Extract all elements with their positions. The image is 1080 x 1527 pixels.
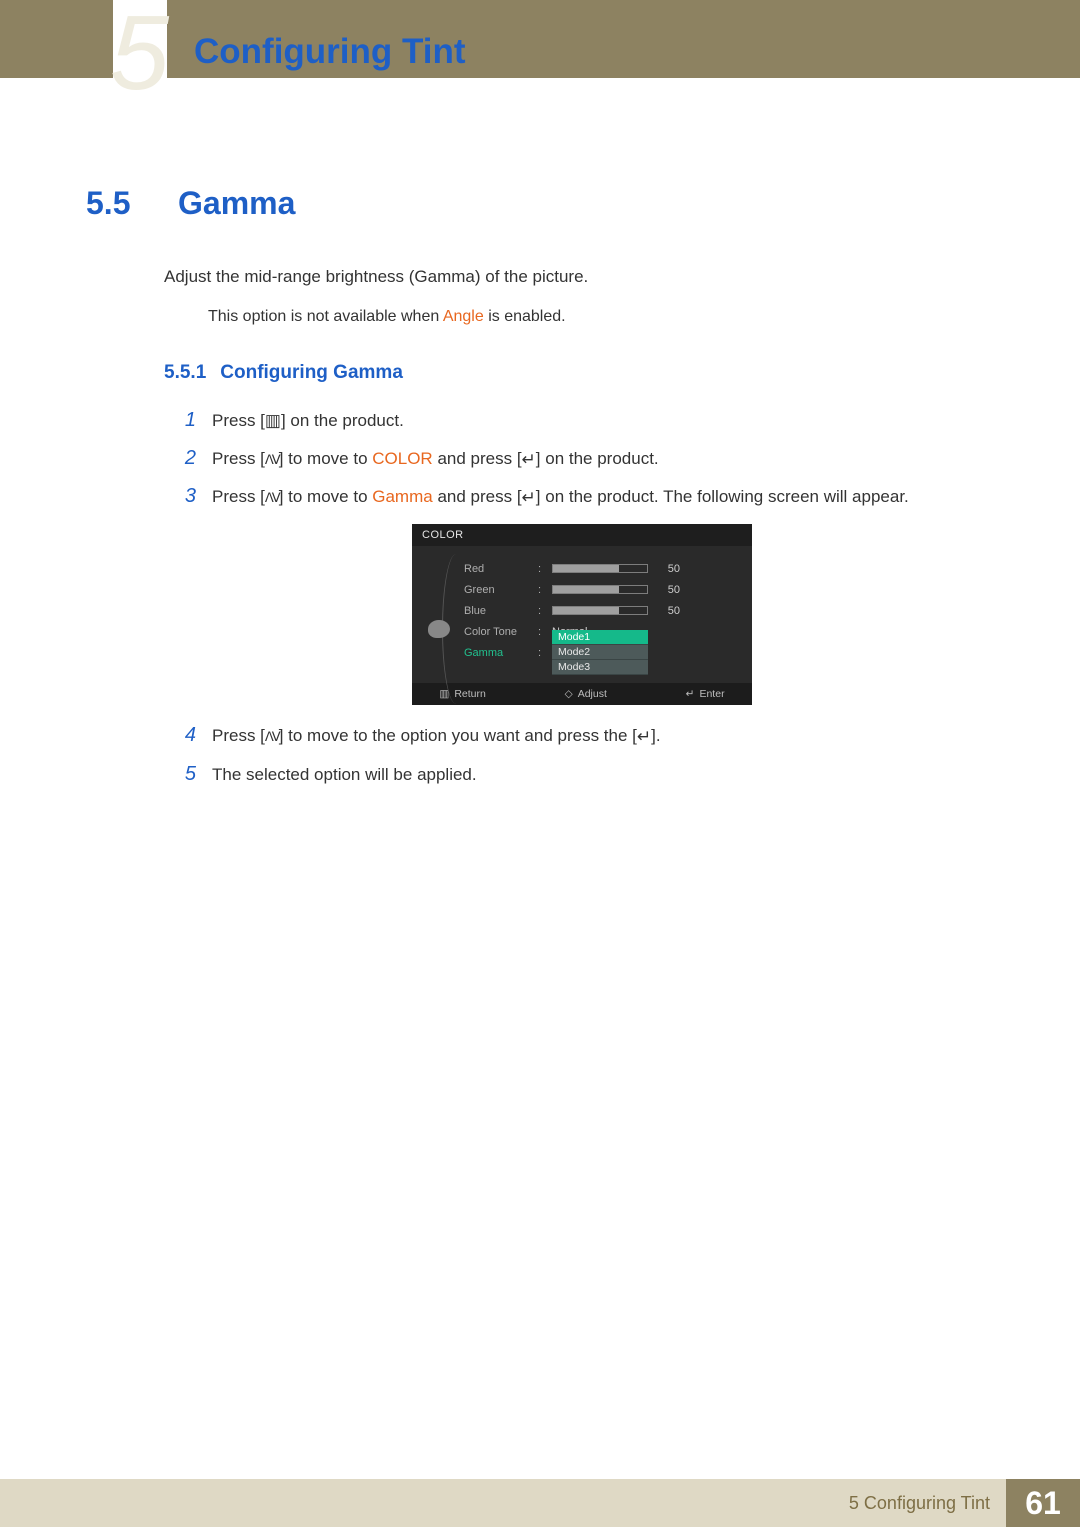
palette-icon [428, 620, 450, 638]
enter-icon: ↵ [522, 447, 536, 473]
steps-list: 1 Press [▥] on the product. 2 Press [ᐱᐯ]… [178, 408, 986, 788]
chapter-number-bg: 5 [110, 0, 169, 106]
osd-label: Blue [464, 605, 530, 617]
osd-screenshot: COLOR Red : 50 Green [178, 524, 986, 705]
osd-left-column [420, 558, 458, 663]
osd-label: Color Tone [464, 626, 530, 638]
subsection-heading: 5.5.1 Configuring Gamma [164, 362, 986, 384]
osd-slider-fill [553, 607, 619, 614]
step-text: The selected option will be applied. [212, 762, 986, 788]
page-footer: 5 Configuring Tint 61 [0, 1479, 1080, 1527]
osd-title: COLOR [412, 524, 752, 546]
osd-value: 50 [656, 563, 680, 575]
osd-dropdown-item: Mode2 [552, 645, 648, 660]
step-number: 5 [178, 763, 196, 786]
step-text: Press [▥] on the product. [212, 408, 986, 434]
osd-label: Red [464, 563, 530, 575]
step-highlight: COLOR [372, 449, 432, 468]
osd-row-green: Green : 50 [464, 579, 742, 600]
note-suffix: is enabled. [488, 308, 565, 325]
section-title: Gamma [178, 185, 295, 222]
osd-slider-fill [553, 586, 619, 593]
osd-value: 50 [656, 605, 680, 617]
footer-chapter-label: 5 Configuring Tint [0, 1479, 1006, 1527]
section-number: 5.5 [86, 185, 158, 222]
step-number: 2 [178, 447, 196, 470]
enter-icon: ↵ [522, 485, 536, 511]
osd-label: Green [464, 584, 530, 596]
step-1: 1 Press [▥] on the product. [178, 408, 986, 434]
osd-row-red: Red : 50 [464, 558, 742, 579]
osd-panel: COLOR Red : 50 Green [412, 524, 752, 705]
step-5: 5 The selected option will be applied. [178, 762, 986, 788]
menu-icon: ▥ [265, 408, 281, 434]
osd-slider [552, 585, 648, 594]
footer-page-number: 61 [1006, 1479, 1080, 1527]
step-number: 1 [178, 409, 196, 432]
step-text: Press [ᐱᐯ] to move to COLOR and press [↵… [212, 446, 986, 472]
adjust-icon: ◇ [565, 688, 573, 700]
osd-slider [552, 564, 648, 573]
subsection-number: 5.5.1 [164, 362, 206, 384]
step-text: Press [ᐱᐯ] to move to the option you wan… [212, 723, 986, 749]
note-row: This option is not available when Angle … [208, 308, 986, 326]
osd-label-active: Gamma [464, 647, 530, 659]
step-2: 2 Press [ᐱᐯ] to move to COLOR and press … [178, 446, 986, 472]
osd-dropdown-item: Mode3 [552, 660, 648, 675]
osd-dropdown-item-selected: Mode1 [552, 630, 648, 645]
osd-row-blue: Blue : 50 [464, 600, 742, 621]
osd-footer-return: ▥Return [439, 688, 485, 700]
step-number: 3 [178, 485, 196, 508]
step-3: 3 Press [ᐱᐯ] to move to Gamma and press … [178, 484, 986, 510]
step-text: Press [ᐱᐯ] to move to Gamma and press [↵… [212, 484, 986, 510]
page-content: 5.5 Gamma Adjust the mid-range brightnes… [86, 185, 986, 799]
osd-body: Red : 50 Green : 50 Blue [412, 546, 752, 683]
osd-row-gamma: Gamma : Mode1 Mode2 Mode3 [464, 642, 742, 663]
osd-rows: Red : 50 Green : 50 Blue [464, 558, 742, 663]
section-heading: 5.5 Gamma [86, 185, 986, 222]
enter-icon: ↵ [637, 724, 651, 750]
step-4: 4 Press [ᐱᐯ] to move to the option you w… [178, 723, 986, 749]
updown-icon: ᐱᐯ [265, 488, 279, 508]
step-number: 4 [178, 724, 196, 747]
note-prefix: This option is not available when [208, 308, 443, 325]
chapter-title: Configuring Tint [194, 32, 466, 72]
enter-icon: ↵ [686, 688, 695, 700]
osd-slider [552, 606, 648, 615]
osd-value: 50 [656, 584, 680, 596]
osd-slider-fill [553, 565, 619, 572]
osd-footer-adjust: ◇Adjust [565, 688, 607, 700]
updown-icon: ᐱᐯ [265, 727, 279, 747]
note-highlight: Angle [443, 308, 484, 325]
subsection-title: Configuring Gamma [220, 362, 403, 384]
updown-icon: ᐱᐯ [265, 450, 279, 470]
osd-footer-enter: ↵Enter [686, 688, 725, 700]
intro-text: Adjust the mid-range brightness (Gamma) … [164, 264, 986, 290]
osd-footer: ▥Return ◇Adjust ↵Enter [412, 683, 752, 705]
osd-dropdown: Mode1 Mode2 Mode3 [552, 630, 648, 675]
step-highlight: Gamma [372, 487, 432, 506]
